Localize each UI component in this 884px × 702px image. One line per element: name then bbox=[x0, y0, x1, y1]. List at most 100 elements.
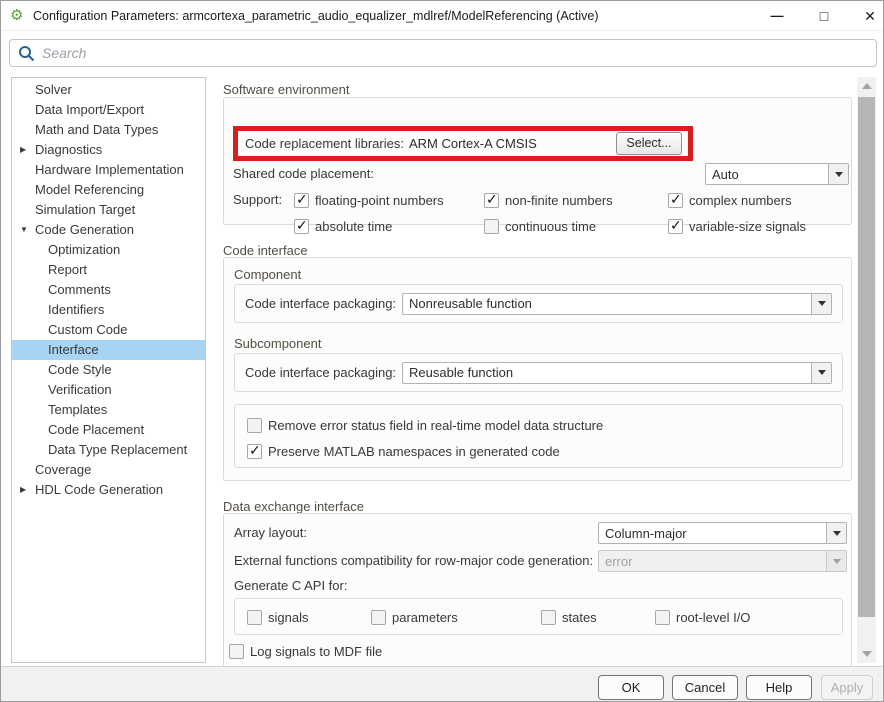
sidebar-item-simulation-target[interactable]: Simulation Target bbox=[12, 200, 205, 220]
sidebar-item-report[interactable]: Report bbox=[12, 260, 205, 280]
search-icon bbox=[18, 45, 35, 62]
section-title-code-interface: Code interface bbox=[223, 243, 308, 258]
checkbox-box bbox=[668, 193, 683, 208]
sidebar-item-code-generation[interactable]: ▼Code Generation bbox=[12, 220, 205, 240]
section-title-data-exchange: Data exchange interface bbox=[223, 499, 364, 514]
checkbox-non-finite-numbers[interactable]: non-finite numbers bbox=[484, 192, 613, 208]
chevron-down-icon[interactable] bbox=[811, 363, 831, 383]
sidebar-item-hardware-implementation[interactable]: Hardware Implementation bbox=[12, 160, 205, 180]
checkbox-preserve-matlab-namespaces[interactable]: Preserve MATLAB namespaces in generated … bbox=[247, 443, 560, 459]
scrollbar-thumb[interactable] bbox=[858, 97, 875, 617]
settings-pane: Software environment Code replacement li… bbox=[219, 77, 853, 666]
subcomponent-packaging-label: Code interface packaging: bbox=[245, 365, 396, 380]
sidebar-item-solver[interactable]: Solver bbox=[12, 80, 205, 100]
section-title-software-environment: Software environment bbox=[223, 82, 349, 97]
checkbox-box bbox=[247, 418, 262, 433]
sidebar-item-templates[interactable]: Templates bbox=[12, 400, 205, 420]
checkbox-floating-point-numbers[interactable]: floating-point numbers bbox=[294, 192, 444, 208]
scroll-down-icon[interactable] bbox=[857, 645, 876, 663]
external-functions-compatibility-select: error bbox=[598, 550, 847, 572]
title-bar: ⚙ Configuration Parameters: armcortexa_p… bbox=[1, 1, 883, 31]
annotation-highlight: Code replacement libraries: ARM Cortex-A… bbox=[233, 126, 693, 161]
checkbox-parameters[interactable]: parameters bbox=[371, 609, 458, 625]
chevron-down-icon[interactable] bbox=[828, 164, 848, 184]
simulink-gear-icon: ⚙ bbox=[10, 1, 23, 31]
sidebar-item-interface[interactable]: Interface bbox=[12, 340, 205, 360]
code-replacement-libraries-value: ARM Cortex-A CMSIS bbox=[409, 136, 537, 151]
checkbox-box bbox=[484, 193, 499, 208]
checkbox-root-level-io[interactable]: root-level I/O bbox=[655, 609, 750, 625]
sidebar-item-coverage[interactable]: Coverage bbox=[12, 460, 205, 480]
checkbox-box bbox=[229, 644, 244, 659]
shared-code-placement-select[interactable]: Auto bbox=[705, 163, 849, 185]
component-packaging-box: Code interface packaging: Nonreusable fu… bbox=[234, 284, 843, 323]
software-environment-group: Code replacement libraries: ARM Cortex-A… bbox=[223, 97, 852, 225]
window-title: Configuration Parameters: armcortexa_par… bbox=[33, 1, 599, 31]
checkbox-remove-error-status[interactable]: Remove error status field in real-time m… bbox=[247, 417, 603, 433]
generate-c-api-box: signals parameters states root-level I/O bbox=[234, 598, 843, 635]
checkbox-box bbox=[247, 610, 262, 625]
sidebar-item-code-style[interactable]: Code Style bbox=[12, 360, 205, 380]
scroll-up-icon[interactable] bbox=[857, 77, 876, 95]
code-interface-options-box: Remove error status field in real-time m… bbox=[234, 404, 843, 468]
checkbox-box bbox=[668, 219, 683, 234]
ok-button[interactable]: OK bbox=[598, 675, 664, 700]
checkbox-variable-size-signals[interactable]: variable-size signals bbox=[668, 218, 806, 234]
checkbox-log-signals-mdf[interactable]: Log signals to MDF file bbox=[229, 643, 382, 659]
collapse-arrow-icon[interactable]: ▶ bbox=[20, 140, 33, 160]
sidebar-item-custom-code[interactable]: Custom Code bbox=[12, 320, 205, 340]
cancel-button[interactable]: Cancel bbox=[672, 675, 738, 700]
maximize-button[interactable]: □ bbox=[813, 1, 835, 31]
support-label: Support: bbox=[233, 192, 282, 208]
array-layout-select[interactable]: Column-major bbox=[598, 522, 847, 544]
checkbox-absolute-time[interactable]: absolute time bbox=[294, 218, 392, 234]
minimize-button[interactable]: — bbox=[766, 1, 788, 31]
chevron-down-icon[interactable] bbox=[826, 523, 846, 543]
sidebar-item-model-referencing[interactable]: Model Referencing bbox=[12, 180, 205, 200]
shared-code-placement-label: Shared code placement: bbox=[233, 163, 374, 185]
chevron-down-icon[interactable] bbox=[811, 294, 831, 314]
collapse-arrow-icon[interactable]: ▶ bbox=[20, 480, 33, 500]
category-tree: Solver Data Import/Export Math and Data … bbox=[11, 77, 206, 663]
help-button[interactable]: Help bbox=[746, 675, 812, 700]
subcomponent-subtitle: Subcomponent bbox=[234, 336, 321, 351]
code-interface-group: Component Code interface packaging: Nonr… bbox=[223, 257, 852, 481]
checkbox-box bbox=[247, 444, 262, 459]
code-replacement-libraries-label: Code replacement libraries: bbox=[245, 136, 404, 151]
sidebar-item-identifiers[interactable]: Identifiers bbox=[12, 300, 205, 320]
expand-arrow-icon[interactable]: ▼ bbox=[20, 220, 33, 240]
checkbox-continuous-time[interactable]: continuous time bbox=[484, 218, 596, 234]
array-layout-label: Array layout: bbox=[234, 522, 307, 544]
sidebar-item-code-placement[interactable]: Code Placement bbox=[12, 420, 205, 440]
checkbox-box bbox=[294, 193, 309, 208]
checkbox-complex-numbers[interactable]: complex numbers bbox=[668, 192, 792, 208]
sidebar-item-data-type-replacement[interactable]: Data Type Replacement bbox=[12, 440, 205, 460]
checkbox-box bbox=[655, 610, 670, 625]
dialog-footer: OK Cancel Help Apply bbox=[1, 666, 883, 702]
sidebar-item-diagnostics[interactable]: ▶Diagnostics bbox=[12, 140, 205, 160]
component-packaging-select[interactable]: Nonreusable function bbox=[402, 293, 832, 315]
sidebar-item-comments[interactable]: Comments bbox=[12, 280, 205, 300]
checkbox-box bbox=[484, 219, 499, 234]
sidebar-item-verification[interactable]: Verification bbox=[12, 380, 205, 400]
chevron-down-icon bbox=[826, 551, 846, 571]
external-functions-compatibility-label: External functions compatibility for row… bbox=[234, 550, 593, 572]
checkbox-box bbox=[371, 610, 386, 625]
sidebar-item-hdl-code-generation[interactable]: ▶HDL Code Generation bbox=[12, 480, 205, 500]
search-input[interactable] bbox=[42, 45, 868, 61]
apply-button[interactable]: Apply bbox=[821, 675, 873, 700]
search-box[interactable] bbox=[9, 39, 877, 67]
checkbox-box bbox=[541, 610, 556, 625]
sidebar-item-math-and-data-types[interactable]: Math and Data Types bbox=[12, 120, 205, 140]
component-packaging-label: Code interface packaging: bbox=[245, 296, 396, 311]
sidebar-item-data-import-export[interactable]: Data Import/Export bbox=[12, 100, 205, 120]
close-button[interactable]: ✕ bbox=[859, 1, 881, 31]
generate-c-api-label: Generate C API for: bbox=[234, 578, 347, 594]
component-subtitle: Component bbox=[234, 267, 301, 282]
vertical-scrollbar[interactable] bbox=[857, 77, 876, 663]
checkbox-states[interactable]: states bbox=[541, 609, 597, 625]
subcomponent-packaging-select[interactable]: Reusable function bbox=[402, 362, 832, 384]
checkbox-signals[interactable]: signals bbox=[247, 609, 308, 625]
sidebar-item-optimization[interactable]: Optimization bbox=[12, 240, 205, 260]
select-button[interactable]: Select... bbox=[616, 132, 682, 155]
